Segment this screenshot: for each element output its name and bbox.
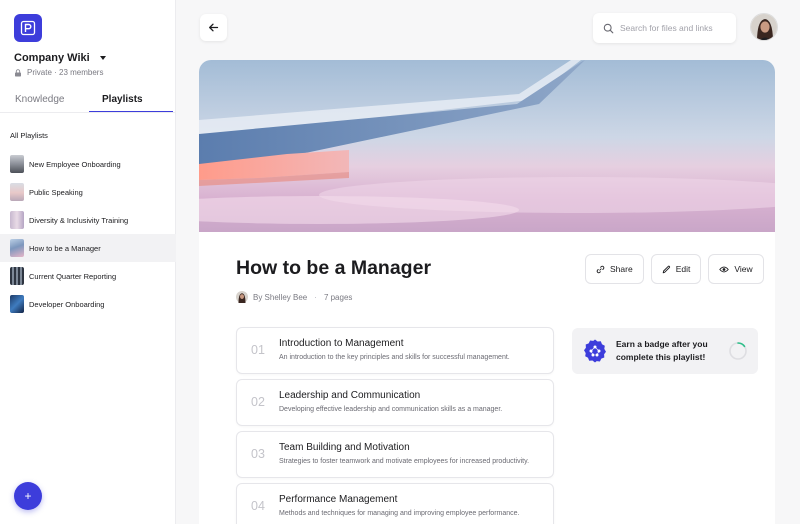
lesson-list: 01 Introduction to Management An introdu… [236,327,554,524]
playlist-actions: Share Edit View [585,254,764,284]
page-title: How to be a Manager [236,257,432,279]
badge-line: Earn a badge after you [616,339,708,350]
lesson-description: Strategies to foster teamwork and motiva… [279,458,530,465]
workspace-meta: Private · 23 members [14,68,103,77]
workspace-meta-text: Private · 23 members [27,68,104,77]
lock-icon [15,68,21,76]
byline-separator: · [314,292,317,302]
add-button[interactable]: + [14,482,42,510]
divider [0,112,176,113]
lesson-description: An introduction to the key principles an… [279,354,510,361]
arrow-left-icon [209,23,219,32]
playlist-list: New Employee Onboarding Public Speaking … [0,150,176,318]
workspace-name: Company Wiki [14,52,90,64]
lesson-number: 04 [251,499,265,513]
tab-knowledge[interactable]: Knowledge [15,94,64,110]
sidebar-item-label: Diversity & Inclusivity Training [29,215,129,225]
sidebar-item-label: New Employee Onboarding [29,159,121,169]
avatar-image [751,14,777,40]
sidebar: Company Wiki Private · 23 members Knowle… [0,0,176,524]
edit-button[interactable]: Edit [650,254,702,284]
all-playlists-link[interactable]: All Playlists [10,131,48,140]
sidebar-item-current-quarter-reporting[interactable]: Current Quarter Reporting [0,262,176,290]
search-input[interactable] [620,23,730,33]
sidebar-item-developer-onboarding[interactable]: Developer Onboarding [0,290,176,318]
edit-label: Edit [675,264,691,274]
lesson-item[interactable]: 03 Team Building and Motivation Strategi… [236,431,554,478]
sidebar-item-label: How to be a Manager [29,243,101,253]
playlist-thumbnail [10,267,24,285]
badge-line: complete this playlist! [616,352,706,362]
lesson-title: Leadership and Communication [279,390,421,401]
sidebar-tabs: Knowledge Playlists [0,94,176,113]
app-logo[interactable] [14,14,42,42]
pencil-icon [662,265,670,273]
progress-ring [729,342,747,360]
search-icon [603,23,614,33]
badge-promo: Earn a badge after you complete this pla… [572,328,758,374]
search-bar[interactable] [593,13,736,43]
sidebar-item-label: Public Speaking [29,187,83,197]
eye-icon [719,266,730,272]
badge-icon [584,339,606,363]
lesson-item[interactable]: 01 Introduction to Management An introdu… [236,327,554,374]
sidebar-item-how-to-be-a-manager[interactable]: How to be a Manager [0,234,176,262]
share-label: Share [610,264,633,274]
chevron-down-icon [99,56,106,60]
workspace-switcher[interactable]: Company Wiki [14,52,106,64]
playlist-thumbnail [10,183,24,201]
lesson-number: 02 [251,395,265,409]
link-icon [596,265,605,273]
lesson-item[interactable]: 02 Leadership and Communication Developi… [236,379,554,426]
lesson-number: 01 [251,343,265,357]
lesson-title: Team Building and Motivation [279,442,410,453]
playlist-cover-image [199,60,775,232]
page-count: 7 pages [323,292,353,302]
lesson-description: Methods and techniques for managing and … [279,510,520,517]
lesson-description: Developing effective leadership and comm… [279,406,503,413]
author-name: By Shelley Bee [253,292,308,302]
view-label: View [734,264,753,274]
view-button[interactable]: View [708,254,764,284]
sidebar-item-new-employee-onboarding[interactable]: New Employee Onboarding [0,150,176,178]
lesson-title: Introduction to Management [279,338,404,349]
lesson-number: 03 [251,447,265,461]
playlist-thumbnail [10,295,24,313]
playlist-thumbnail [10,239,24,257]
tab-playlists[interactable]: Playlists [102,94,143,110]
user-avatar[interactable] [750,13,778,41]
back-button[interactable] [200,14,227,41]
sidebar-item-label: Developer Onboarding [29,299,105,309]
badge-message: Earn a badge after you complete this pla… [616,338,726,364]
lesson-title: Performance Management [279,494,398,505]
sidebar-item-diversity-inclusivity-training[interactable]: Diversity & Inclusivity Training [0,206,176,234]
sidebar-item-label: Current Quarter Reporting [29,271,117,281]
playlist-byline: By Shelley Bee · 7 pages [236,291,352,303]
playlist-thumbnail [10,155,24,173]
playlist-card: How to be a Manager By Shelley Bee · 7 p… [199,60,775,524]
share-button[interactable]: Share [585,254,644,284]
sidebar-item-public-speaking[interactable]: Public Speaking [0,178,176,206]
logo-icon [20,20,36,36]
author-avatar [236,291,248,303]
playlist-thumbnail [10,211,24,229]
lesson-item[interactable]: 04 Performance Management Methods and te… [236,483,554,524]
